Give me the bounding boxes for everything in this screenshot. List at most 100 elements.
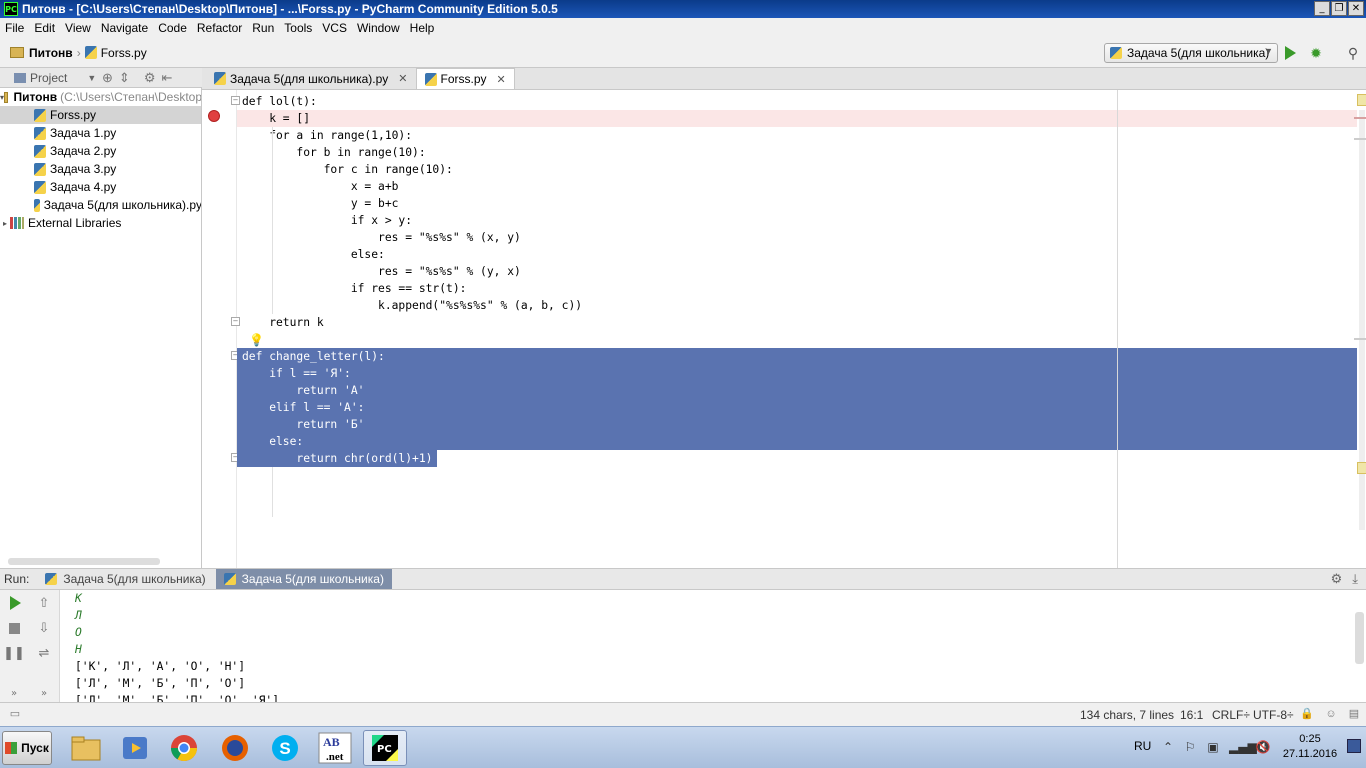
minimize-button[interactable]: _ bbox=[1314, 1, 1330, 16]
tray-language[interactable]: RU bbox=[1134, 739, 1151, 753]
taskbar-pycharm[interactable]: PC bbox=[363, 730, 407, 766]
menu-view[interactable]: View bbox=[60, 21, 96, 35]
tab-forss[interactable]: Forss.py ✕ bbox=[416, 68, 515, 89]
code-line[interactable]: res = "%s%s" % (x, y) bbox=[237, 229, 1357, 246]
menu-tools[interactable]: Tools bbox=[279, 21, 317, 35]
menu-window[interactable]: Window bbox=[352, 21, 405, 35]
code-line[interactable]: y = b+c bbox=[237, 195, 1357, 212]
pause-button[interactable]: ❚❚ bbox=[3, 644, 25, 662]
search-icon[interactable]: ⚲ bbox=[1345, 45, 1361, 61]
breadcrumb-file[interactable]: Forss.py bbox=[84, 46, 147, 60]
tree-item-task5[interactable]: Задача 5(для школьника).py bbox=[0, 196, 201, 214]
code-line-selected[interactable]: def change_letter(l): bbox=[237, 348, 1357, 365]
more-button[interactable]: » bbox=[35, 684, 53, 702]
tree-item-task4[interactable]: Задача 4.py bbox=[0, 178, 201, 196]
locate-icon[interactable]: ⊕ bbox=[102, 70, 113, 86]
stop-button[interactable] bbox=[5, 619, 23, 637]
event-log-icon[interactable]: ▤ bbox=[1347, 707, 1361, 721]
code-editor[interactable]: − − − − 💡 def lol(t): k = [] for a in ra… bbox=[202, 90, 1366, 568]
code-line-selected[interactable]: if l == 'Я': bbox=[237, 365, 1357, 382]
code-line-selected[interactable]: return 'А' bbox=[237, 382, 1357, 399]
scroll-up-button[interactable]: ⇧ bbox=[35, 594, 53, 612]
collapse-icon[interactable]: ⇕ bbox=[119, 70, 130, 86]
tree-item-task2[interactable]: Задача 2.py bbox=[0, 142, 201, 160]
soft-wrap-button[interactable]: ⇌ bbox=[35, 644, 53, 662]
tree-item-forss[interactable]: Forss.py bbox=[0, 106, 201, 124]
scroll-marker[interactable] bbox=[1354, 138, 1366, 140]
inspector-icon[interactable]: ☺ bbox=[1324, 707, 1338, 721]
volume-muted-icon[interactable]: 🔇 bbox=[1255, 739, 1271, 755]
menu-code[interactable]: Code bbox=[153, 21, 192, 35]
restore-button[interactable]: ❐ bbox=[1331, 1, 1347, 16]
code-line[interactable]: x = a+b bbox=[237, 178, 1357, 195]
taskbar-skype[interactable]: S bbox=[263, 730, 307, 766]
menu-vcs[interactable]: VCS bbox=[317, 21, 352, 35]
menu-refactor[interactable]: Refactor bbox=[192, 21, 247, 35]
run-console-output[interactable]: К Л О Н ['К', 'Л', 'А', 'О', 'Н'] ['Л', … bbox=[60, 590, 1356, 702]
tree-item-task1[interactable]: Задача 1.py bbox=[0, 124, 201, 142]
tab-task5[interactable]: Задача 5(для школьника).py ✕ bbox=[206, 68, 417, 89]
hide-panel-icon[interactable]: ⤓ bbox=[1352, 571, 1358, 587]
close-button[interactable]: ✕ bbox=[1348, 1, 1364, 16]
breakpoint-icon[interactable] bbox=[208, 110, 220, 122]
status-encoding[interactable]: UTF-8÷ bbox=[1253, 708, 1294, 722]
run-vertical-scrollbar[interactable] bbox=[1355, 612, 1364, 664]
code-line-selected[interactable]: elif l == 'А': bbox=[237, 399, 1357, 416]
code-line-selected[interactable]: else: bbox=[237, 433, 1357, 450]
code-line[interactable]: k.append("%s%s%s" % (a, b, c)) bbox=[237, 297, 1357, 314]
menu-navigate[interactable]: Navigate bbox=[96, 21, 153, 35]
show-desktop-button[interactable] bbox=[1347, 739, 1361, 753]
code-line-selected[interactable]: return chr(ord(l)+1) bbox=[237, 450, 437, 467]
tree-item-task3[interactable]: Задача 3.py bbox=[0, 160, 201, 178]
breadcrumb-project[interactable]: Питонв bbox=[10, 46, 73, 60]
close-icon[interactable]: ✕ bbox=[398, 72, 407, 85]
taskbar-file-explorer[interactable] bbox=[64, 730, 108, 766]
scroll-down-button[interactable]: ⇩ bbox=[35, 619, 53, 637]
device-icon[interactable]: ▣ bbox=[1205, 739, 1221, 755]
warning-marker[interactable] bbox=[1357, 462, 1366, 474]
run-tab-2[interactable]: Задача 5(для школьника) bbox=[215, 569, 392, 589]
project-panel-title[interactable]: Project bbox=[30, 71, 67, 85]
lock-icon[interactable]: 🔒 bbox=[1300, 707, 1314, 721]
code-line[interactable]: for b in range(10): bbox=[237, 144, 1357, 161]
flag-icon[interactable]: ⚐ bbox=[1182, 739, 1198, 755]
status-line-separator[interactable]: CRLF÷ bbox=[1212, 708, 1250, 722]
taskbar-abc-net[interactable]: AB .net bbox=[313, 730, 357, 766]
code-line[interactable] bbox=[237, 331, 1357, 348]
expand-icon[interactable]: ▸ bbox=[0, 219, 10, 228]
code-line[interactable]: def lol(t): bbox=[237, 93, 1357, 110]
gear-icon[interactable]: ⚙ bbox=[144, 70, 156, 86]
run-configuration-select[interactable]: Задача 5(для школьника) ▼ bbox=[1104, 43, 1278, 63]
debug-icon[interactable]: ✹ bbox=[1308, 45, 1324, 61]
menu-edit[interactable]: Edit bbox=[29, 21, 60, 35]
taskbar-chrome[interactable] bbox=[162, 730, 206, 766]
editor-gutter[interactable]: − − − − 💡 bbox=[202, 90, 264, 568]
tray-clock[interactable]: 0:25 27.11.2016 bbox=[1280, 732, 1340, 762]
code-line[interactable]: for c in range(10): bbox=[237, 161, 1357, 178]
close-icon[interactable]: ✕ bbox=[497, 73, 506, 86]
project-horizontal-scrollbar[interactable] bbox=[8, 558, 160, 565]
tree-item-project-root[interactable]: ▾ Питонв (C:\Users\Степан\Desktop bbox=[0, 88, 201, 106]
taskbar-firefox[interactable] bbox=[213, 730, 257, 766]
network-icon[interactable]: ▂▄▆ bbox=[1229, 739, 1257, 755]
code-line-selected[interactable]: return 'Б' bbox=[237, 416, 1357, 433]
code-line[interactable]: res = "%s%s" % (y, x) bbox=[237, 263, 1357, 280]
gear-icon[interactable]: ⚙ bbox=[1331, 571, 1343, 587]
run-icon[interactable] bbox=[1285, 46, 1296, 60]
taskbar-media-player[interactable] bbox=[113, 730, 157, 766]
start-button[interactable]: Пуск bbox=[2, 731, 52, 765]
code-line[interactable]: else: bbox=[237, 246, 1357, 263]
run-tab-1[interactable]: Задача 5(для школьника) bbox=[37, 569, 213, 589]
code-line[interactable]: if x > y: bbox=[237, 212, 1357, 229]
menu-run[interactable]: Run bbox=[247, 21, 279, 35]
breakpoint-marker[interactable] bbox=[1354, 117, 1366, 119]
scroll-marker[interactable] bbox=[1354, 338, 1366, 340]
status-caret-position[interactable]: 16:1 bbox=[1180, 708, 1203, 722]
code-line[interactable]: for a in range(1,10): bbox=[237, 127, 1357, 144]
code-line[interactable]: if res == str(t): bbox=[237, 280, 1357, 297]
menu-file[interactable]: File bbox=[0, 21, 29, 35]
chevron-up-icon[interactable]: ⌃ bbox=[1160, 739, 1176, 755]
more-button[interactable]: » bbox=[5, 684, 23, 702]
hide-icon[interactable]: ⇤ bbox=[161, 70, 172, 86]
warning-marker[interactable] bbox=[1357, 94, 1366, 106]
